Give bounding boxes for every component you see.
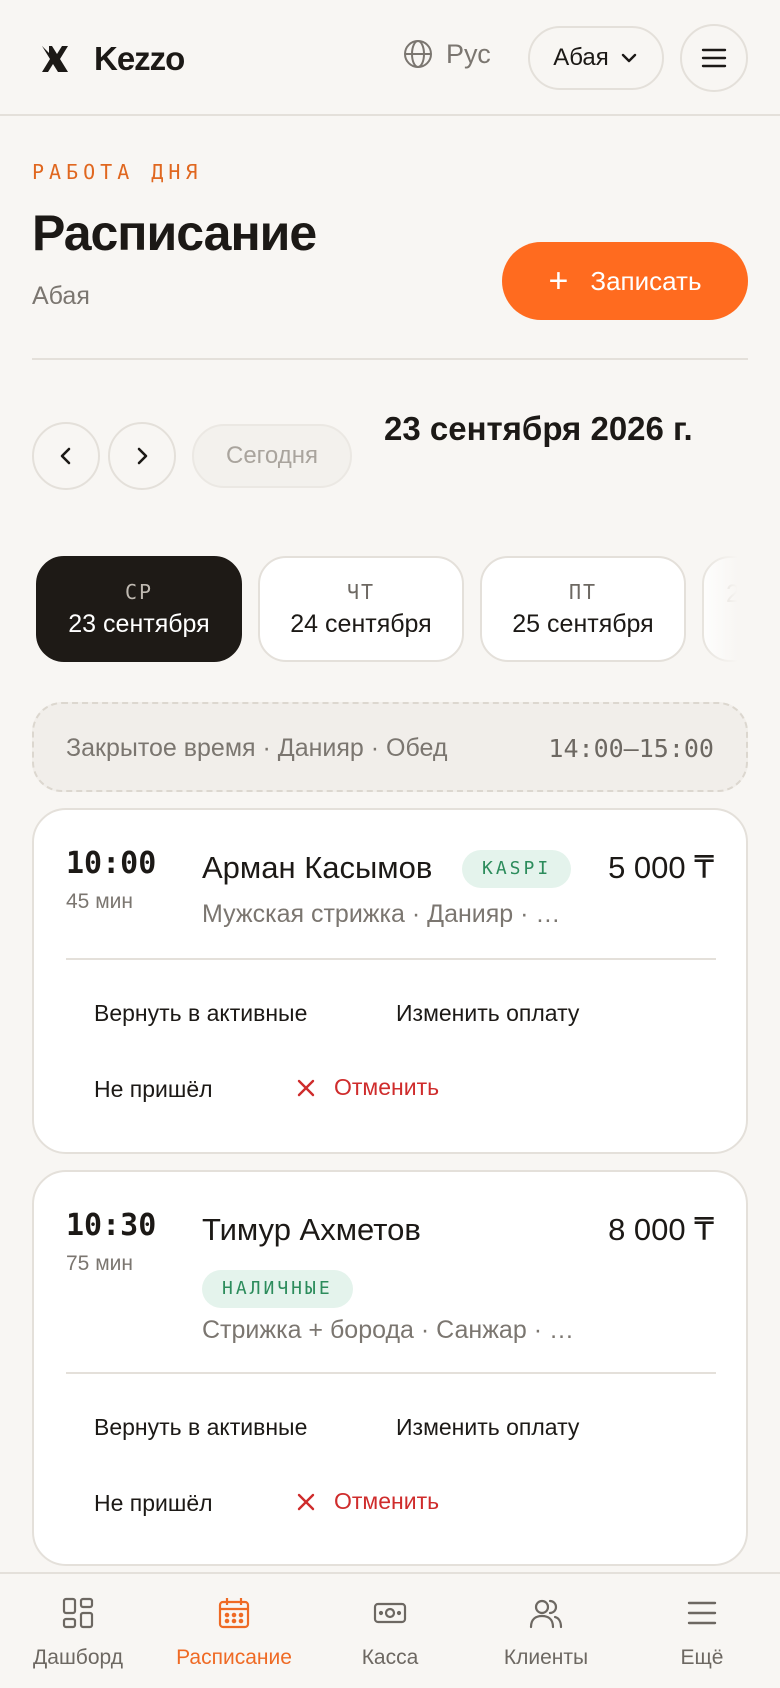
appointment-price: 5 000 ₸ [608, 850, 714, 885]
dashboard-icon [62, 1597, 94, 1629]
add-appointment-button[interactable]: + Записать [502, 242, 748, 320]
tab-label: Клиенты [503, 1646, 589, 1669]
language-switcher[interactable]: Рус [402, 38, 491, 70]
tab-clients[interactable]: Клиенты [468, 1596, 624, 1670]
current-date: 23 сентября 2026 г. [384, 410, 693, 447]
day-of-week: СР [124, 580, 154, 604]
tab-label: Ещё [680, 1646, 724, 1669]
change-payment-button[interactable]: Изменить оплату [396, 1000, 579, 1027]
restore-active-button[interactable]: Вернуть в активные [94, 1000, 307, 1027]
closed-time-label: Закрытое время · Данияр · Обед [66, 734, 448, 762]
payment-badge: НАЛИЧНЫЕ [202, 1270, 353, 1308]
appointment-service: Стрижка + борода · Санжар · … [202, 1316, 574, 1344]
day-chip[interactable]: ПТ 25 сентября [480, 556, 686, 662]
client-name[interactable]: Тимур Ахметов [202, 1212, 421, 1248]
previous-day-button[interactable] [32, 422, 100, 490]
page-title: Расписание [32, 205, 317, 261]
kezzo-logo-icon [42, 46, 68, 72]
day-date: 23 сентября [68, 610, 210, 638]
plus-icon: + [548, 262, 569, 300]
day-chip[interactable]: СР 23 сентября [36, 556, 242, 662]
menu-icon [687, 1601, 717, 1625]
next-day-button[interactable] [108, 422, 176, 490]
cancel-appointment-button[interactable]: Отменить [296, 1074, 439, 1101]
day-of-week: ПТ [568, 580, 598, 604]
chevron-left-icon [60, 447, 71, 465]
appointment-price: 8 000 ₸ [608, 1212, 714, 1247]
page-subtitle: Абая [32, 282, 90, 310]
branch-selector[interactable]: Абая [528, 26, 664, 90]
cash-icon [373, 1602, 407, 1624]
divider [32, 358, 748, 360]
appointment-card[interactable]: 10:00 45 мин Арман Касымов KASPI 5 000 ₸… [32, 808, 748, 1154]
restore-active-button[interactable]: Вернуть в активные [94, 1414, 307, 1441]
cancel-label: Отменить [334, 1074, 440, 1100]
no-show-button[interactable]: Не пришёл [94, 1490, 213, 1517]
language-label: Рус [446, 38, 491, 69]
users-icon [529, 1599, 563, 1629]
client-name[interactable]: Арман Касымов [202, 850, 432, 886]
appointment-duration: 75 мин [66, 1252, 133, 1275]
today-button[interactable]: Сегодня [192, 424, 352, 488]
calendar-icon [218, 1598, 250, 1629]
no-show-button[interactable]: Не пришёл [94, 1076, 213, 1103]
top-bar: Kezzo Рус Абая [0, 0, 780, 116]
hamburger-icon [701, 48, 727, 68]
branch-label: Абая [553, 44, 609, 71]
appointment-time: 10:30 [66, 1208, 157, 1243]
day-of-week: ЧТ [346, 580, 376, 604]
tab-more[interactable]: Ещё [624, 1596, 780, 1670]
close-icon [297, 1493, 315, 1510]
schedule-page: Kezzo Рус Абая РАБОТА ДНЯ Расписание Аба… [0, 0, 780, 1688]
closed-time-range: 14:00—15:00 [548, 734, 714, 763]
bottom-navigation: Дашборд Расписание Касса Клиенты Ещё [0, 1572, 780, 1688]
section-eyebrow: РАБОТА ДНЯ [32, 160, 203, 184]
appointment-duration: 45 мин [66, 890, 133, 913]
cancel-label: Отменить [334, 1488, 440, 1514]
tab-label: Касса [361, 1646, 419, 1669]
scroll-fade [696, 556, 748, 662]
chevron-down-icon [621, 53, 636, 63]
chevron-right-icon [137, 447, 148, 465]
payment-badge: KASPI [462, 850, 572, 888]
card-divider [66, 1372, 716, 1374]
card-divider [66, 958, 716, 960]
day-date: 24 сентября [290, 610, 432, 638]
appointment-service: Мужская стрижка · Данияр · +… [202, 900, 574, 928]
closed-time-block[interactable]: Закрытое время · Данияр · Обед 14:00—15:… [32, 702, 748, 792]
add-appointment-label: Записать [590, 265, 702, 296]
appointment-time: 10:00 [66, 846, 157, 881]
appointment-card[interactable]: 10:30 75 мин Тимур Ахметов 8 000 ₸ НАЛИЧ… [32, 1170, 748, 1566]
logo[interactable]: Kezzo [40, 40, 185, 78]
cancel-appointment-button[interactable]: Отменить [296, 1488, 439, 1515]
menu-button[interactable] [680, 24, 748, 92]
close-icon [297, 1079, 315, 1096]
change-payment-button[interactable]: Изменить оплату [396, 1414, 579, 1441]
day-date: 25 сентября [512, 610, 654, 638]
tab-cash[interactable]: Касса [312, 1596, 468, 1670]
day-chip[interactable]: ЧТ 24 сентября [258, 556, 464, 662]
tab-label: Дашборд [33, 1646, 123, 1669]
tab-label: Расписание [176, 1646, 292, 1669]
globe-icon [404, 40, 432, 68]
logo-text: Kezzo [94, 40, 185, 77]
day-strip[interactable]: СР 23 сентября ЧТ 24 сентября ПТ 25 сент… [36, 556, 748, 662]
tab-dashboard[interactable]: Дашборд [0, 1596, 156, 1670]
tab-schedule[interactable]: Расписание [156, 1596, 312, 1670]
